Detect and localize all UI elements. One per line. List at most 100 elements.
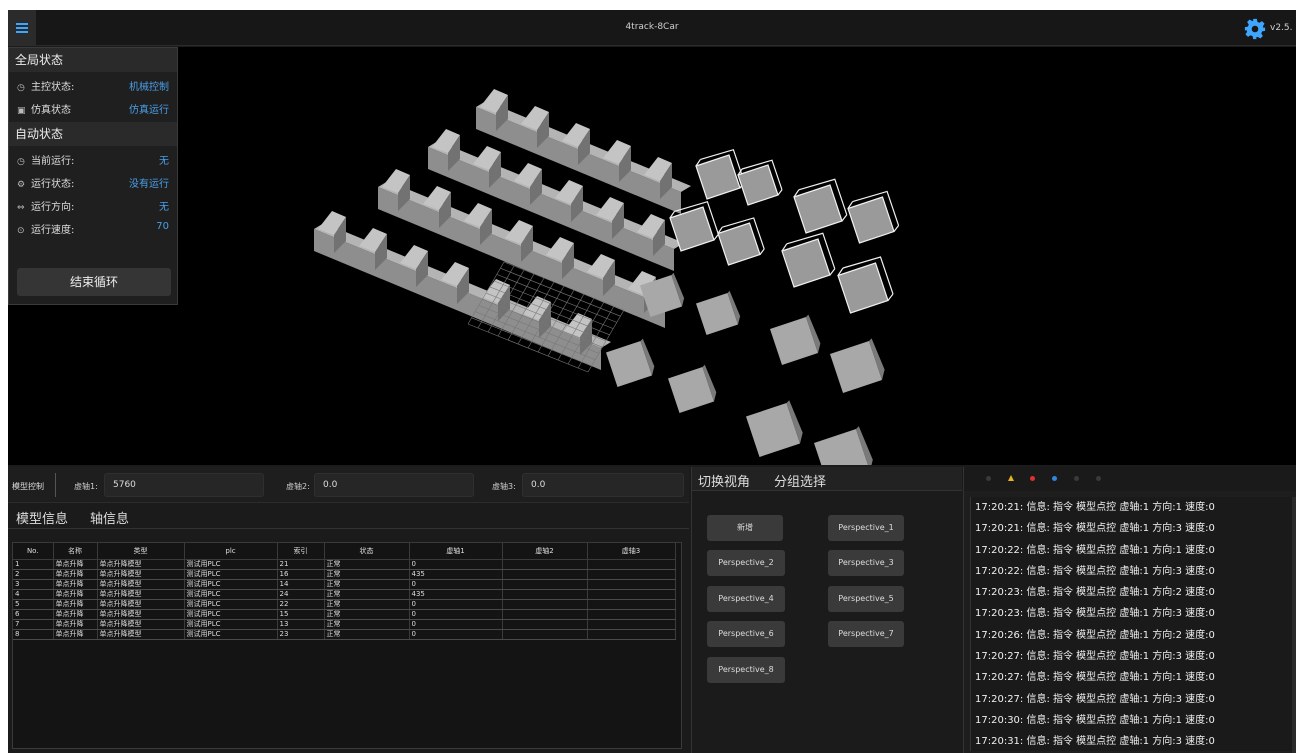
- status-value: 70: [156, 221, 169, 232]
- log-line: 17:20:26: 信息: 指令 模型点控 虚轴:1 方向:2 速度:0: [975, 629, 1215, 641]
- log-line: 17:20:30: 信息: 指令 模型点控 虚轴:1 方向:1 速度:0: [975, 714, 1215, 726]
- table-row[interactable]: 3 单点升降 单点升降模型 测试用PLC 14 正常 0: [13, 579, 676, 590]
- tab-switch-view[interactable]: 切换视角: [698, 471, 750, 490]
- status-value: 机械控制: [129, 82, 169, 93]
- log-line: 17:20:22: 信息: 指令 模型点控 虚轴:1 方向:3 速度:0: [975, 565, 1215, 577]
- car-block-selected: [847, 196, 895, 244]
- model-table[interactable]: No. 名称 类型 plc 索引 状态 虚轴1 虚轴2 虚轴3 1 单点升降 单点升降模型 测试用PL…: [12, 542, 682, 749]
- perspective-button[interactable]: Perspective_1: [828, 515, 904, 541]
- table-row[interactable]: 2 单点升降 单点升降模型 测试用PLC 16 正常 435: [13, 569, 676, 580]
- status-row-master: ◷ 主控状态: 机械控制: [9, 72, 177, 95]
- perspective-panel: 切换视角 分组选择 新增 Perspective_1 Perspective_2 Pe…: [691, 467, 962, 753]
- table-row[interactable]: 7 单点升降 单点升降模型 测试用PLC 13 正常 0: [13, 619, 676, 630]
- log-filter-icon[interactable]: [1030, 476, 1035, 481]
- log-toolbar: [964, 467, 1296, 491]
- table-cell: 14: [277, 579, 325, 590]
- status-value: 没有运行: [129, 179, 169, 190]
- log-line: 17:20:27: 信息: 指令 模型点控 虚轴:1 方向:1 速度:0: [975, 672, 1215, 684]
- column-header[interactable]: 状态: [324, 543, 410, 560]
- table-body: 1 单点升降 单点升降模型 测试用PLC 21 正常 0 2 单点升降 单点升降模型 测试用PLC 1…: [13, 559, 676, 640]
- axis2-field[interactable]: 0.0: [314, 473, 474, 497]
- table-cell: 单点升降模型: [97, 619, 185, 630]
- perspective-button[interactable]: Perspective_8: [707, 657, 785, 683]
- table-cell: 正常: [324, 599, 410, 610]
- log-line: 17:20:23: 信息: 指令 模型点控 虚轴:1 方向:2 速度:0: [975, 587, 1215, 599]
- column-header[interactable]: plc: [184, 543, 278, 560]
- log-line: 17:20:27: 信息: 指令 模型点控 虚轴:1 方向:3 速度:0: [975, 693, 1215, 705]
- window-title: 4track-8Car: [625, 22, 679, 32]
- perspective-button[interactable]: Perspective_3: [828, 550, 904, 576]
- status-row-run-state: ⚙ 运行状态: 没有运行: [9, 169, 177, 192]
- tab-underline: [8, 528, 689, 529]
- axis3-field[interactable]: 0.0: [522, 473, 684, 497]
- column-header[interactable]: 名称: [53, 543, 98, 560]
- car-block-selected: [695, 154, 741, 200]
- log-line: 17:20:31: 信息: 指令 模型点控 虚轴:1 方向:3 速度:0: [975, 736, 1215, 748]
- perspective-button[interactable]: Perspective_4: [707, 586, 785, 612]
- column-header[interactable]: 虚轴2: [502, 543, 588, 560]
- table-cell: 单点升降模型: [97, 579, 185, 590]
- perspective-button[interactable]: Perspective_6: [707, 621, 785, 647]
- column-header[interactable]: 虚轴1: [409, 543, 503, 560]
- log-panel: 17:20:21: 信息: 指令 模型点控 虚轴:1 方向:1 速度:0 17:2…: [963, 467, 1296, 753]
- settings-gear-icon[interactable]: [1244, 18, 1266, 40]
- column-header[interactable]: 虚轴3: [587, 543, 676, 560]
- table-row[interactable]: 4 单点升降 单点升降模型 测试用PLC 24 正常 435: [13, 589, 676, 600]
- table-cell: 3: [13, 579, 54, 590]
- tab-axis-info[interactable]: 轴信息: [90, 508, 129, 527]
- status-label: 当前运行:: [31, 156, 75, 167]
- perspective-button[interactable]: Perspective_5: [828, 586, 904, 612]
- log-list[interactable]: 17:20:21: 信息: 指令 模型点控 虚轴:1 方向:1 速度:0 17:2…: [970, 497, 1292, 751]
- table-cell: 16: [277, 569, 325, 580]
- table-cell: 0: [409, 559, 503, 570]
- table-row[interactable]: 8 单点升降 单点升降模型 测试用PLC 23 正常 0: [13, 629, 676, 640]
- table-cell: [587, 589, 676, 600]
- log-line: 17:20:21: 信息: 指令 模型点控 虚轴:1 方向:1 速度:0: [975, 502, 1215, 513]
- perspective-button[interactable]: Perspective_2: [707, 550, 785, 576]
- table-cell: 测试用PLC: [184, 599, 278, 610]
- status-row-simulation: ▣ 仿真状态 仿真运行: [9, 95, 177, 118]
- table-row[interactable]: 1 单点升降 单点升降模型 测试用PLC 21 正常 0: [13, 559, 676, 570]
- status-value: 无: [159, 202, 169, 213]
- table-cell: 5: [13, 599, 54, 610]
- column-header[interactable]: 类型: [97, 543, 185, 560]
- selection-edge: [713, 233, 719, 241]
- monitor-icon: ▣: [17, 106, 26, 116]
- status-label: 仿真状态: [31, 105, 71, 116]
- log-scrollbar[interactable]: [1292, 497, 1296, 753]
- status-label: 运行方向:: [31, 202, 75, 213]
- 3d-viewport[interactable]: [8, 47, 1296, 465]
- table-cell: 测试用PLC: [184, 629, 278, 640]
- table-cell: 4: [13, 589, 54, 600]
- tab-model-info[interactable]: 模型信息: [16, 508, 68, 527]
- perspective-button[interactable]: Perspective_7: [828, 621, 904, 647]
- table-cell: [587, 569, 676, 580]
- table-cell: [502, 609, 588, 620]
- table-cell: 24: [277, 589, 325, 600]
- column-header[interactable]: 索引: [277, 543, 325, 560]
- log-filter-icon[interactable]: [1052, 476, 1057, 481]
- table-row[interactable]: 6 单点升降 单点升降模型 测试用PLC 15 正常 0: [13, 609, 676, 620]
- end-loop-button[interactable]: 结束循环: [17, 268, 171, 296]
- table-cell: 0: [409, 599, 503, 610]
- table-cell: 单点升降模型: [97, 629, 185, 640]
- table-cell: 测试用PLC: [184, 619, 278, 630]
- axis1-field[interactable]: 5760: [104, 473, 264, 497]
- table-cell: [587, 619, 676, 630]
- log-filter-icon[interactable]: [1074, 476, 1079, 481]
- car-block-selected: [737, 164, 779, 206]
- clock-icon: ◷: [17, 83, 25, 93]
- gear-small-icon: ⚙: [17, 180, 26, 190]
- table-cell: 0: [409, 579, 503, 590]
- column-header[interactable]: No.: [13, 543, 54, 560]
- add-perspective-button[interactable]: 新增: [707, 515, 783, 541]
- log-filter-icon[interactable]: [1008, 475, 1014, 481]
- tab-group-select[interactable]: 分组选择: [774, 471, 826, 490]
- table-row[interactable]: 5 单点升降 单点升降模型 测试用PLC 22 正常 0: [13, 599, 676, 610]
- table-cell: 单点升降模型: [97, 569, 185, 580]
- log-filter-icon[interactable]: [986, 476, 991, 481]
- status-row-direction: ⇔ 运行方向: 无: [9, 192, 177, 215]
- log-filter-icon[interactable]: [1096, 476, 1101, 481]
- table-cell: 测试用PLC: [184, 589, 278, 600]
- log-line: 17:20:22: 信息: 指令 模型点控 虚轴:1 方向:1 速度:0: [975, 544, 1215, 556]
